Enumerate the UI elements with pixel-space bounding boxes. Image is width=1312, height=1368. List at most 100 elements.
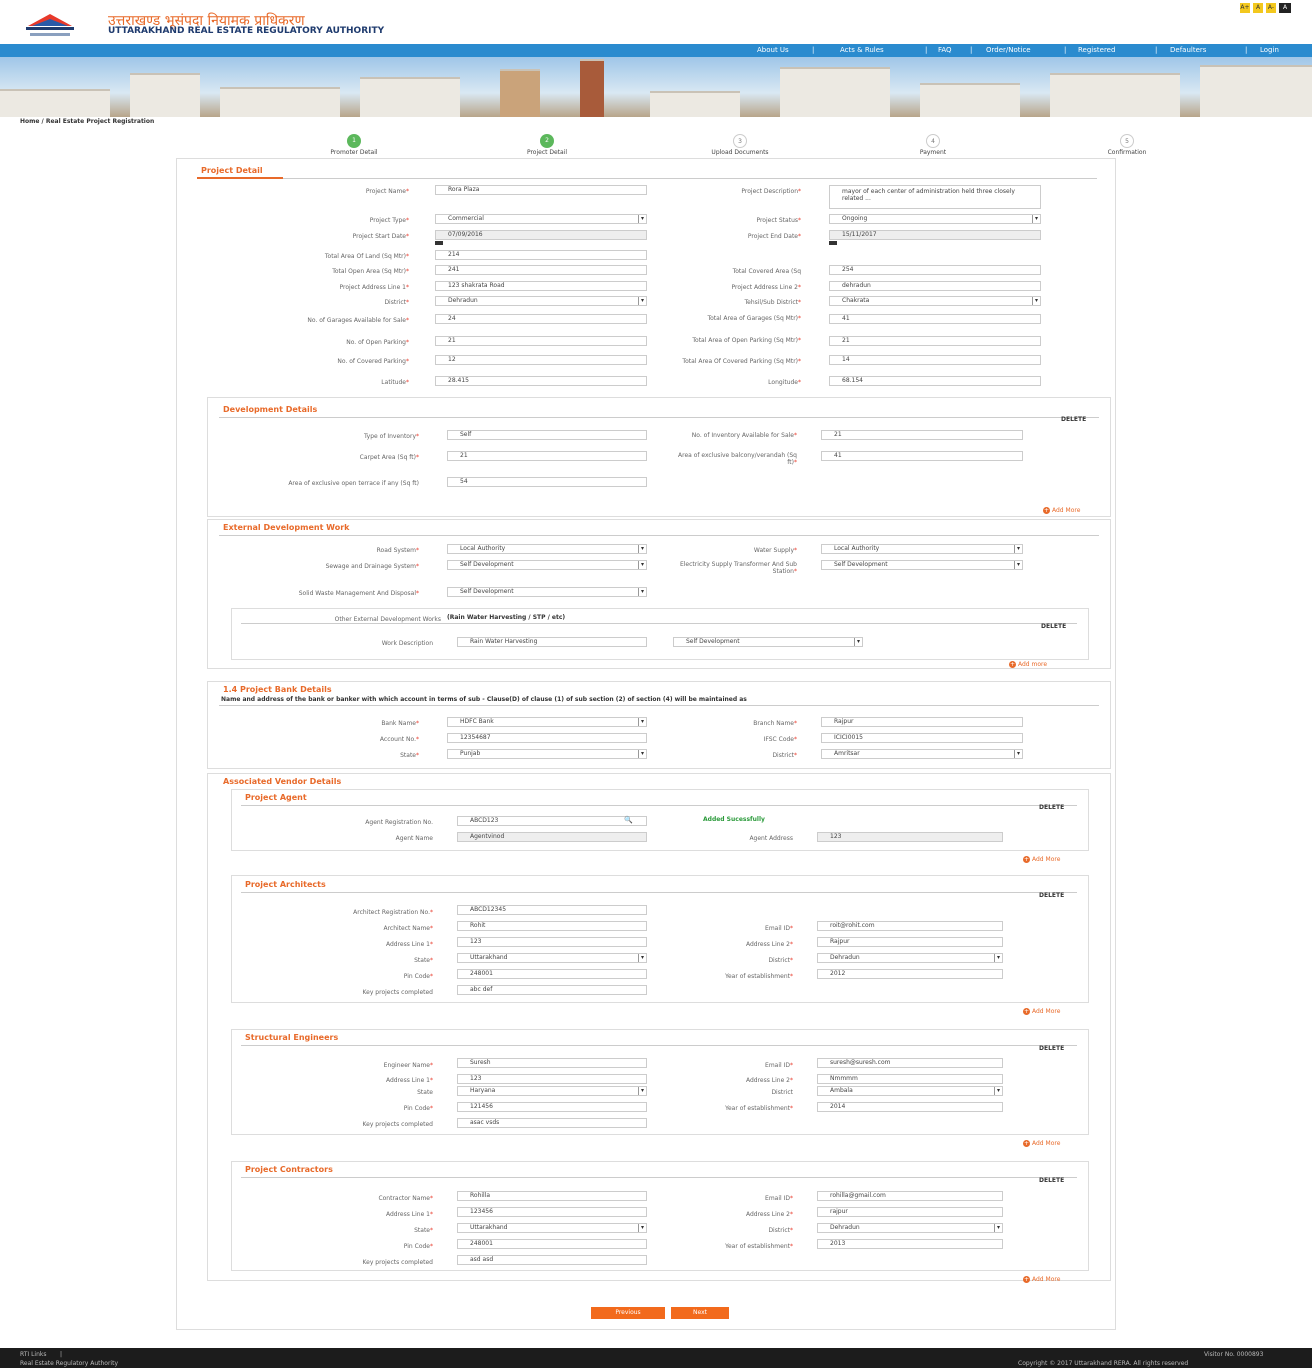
architect-address1-input[interactable]: 123: [457, 937, 647, 947]
engineer-email-input[interactable]: suresh@suresh.com: [817, 1058, 1003, 1068]
font-increase-button[interactable]: A+: [1240, 3, 1250, 13]
electricity-select[interactable]: Self Development: [821, 560, 1023, 570]
branch-name-input[interactable]: Rajpur: [821, 717, 1023, 727]
open-parking-area-input[interactable]: 21: [829, 336, 1041, 346]
architect-name-input[interactable]: Rohit: [457, 921, 647, 931]
garages-area-input[interactable]: 41: [829, 314, 1041, 324]
contractor-address2-input[interactable]: rajpur: [817, 1207, 1003, 1217]
contractor-name-input[interactable]: Rohilla: [457, 1191, 647, 1201]
inventory-count-input[interactable]: 21: [821, 430, 1023, 440]
nav-defaulters[interactable]: Defaulters: [1170, 46, 1206, 54]
carpet-area-input[interactable]: 21: [447, 451, 647, 461]
architect-pin-input[interactable]: 248001: [457, 969, 647, 979]
engineer-year-input[interactable]: 2014: [817, 1102, 1003, 1112]
total-area-land-input[interactable]: 214: [435, 250, 647, 260]
engineer-district-select[interactable]: Ambala: [817, 1086, 1003, 1096]
nav-registered[interactable]: Registered: [1078, 46, 1115, 54]
external-add-more-button[interactable]: + Add more: [1009, 661, 1047, 668]
engineer-add-more-button[interactable]: + Add More: [1023, 1140, 1060, 1147]
contrast-button[interactable]: A: [1279, 3, 1291, 13]
contractor-year-input[interactable]: 2013: [817, 1239, 1003, 1249]
font-normal-button[interactable]: A: [1253, 3, 1263, 13]
architect-address2-input[interactable]: Rajpur: [817, 937, 1003, 947]
calendar-icon[interactable]: [435, 241, 443, 245]
nav-about-us[interactable]: About Us: [757, 46, 789, 54]
architect-registration-input[interactable]: ABCD12345: [457, 905, 647, 915]
inventory-type-input[interactable]: Self: [447, 430, 647, 440]
ifsc-code-input[interactable]: ICICI0015: [821, 733, 1023, 743]
nav-acts-rules[interactable]: Acts & Rules: [840, 46, 884, 54]
development-delete-button[interactable]: DELETE: [1061, 416, 1086, 423]
total-open-area-input[interactable]: 241: [435, 265, 647, 275]
architect-delete-button[interactable]: DELETE: [1039, 892, 1064, 899]
engineer-key-projects-input[interactable]: asac vsds: [457, 1118, 647, 1128]
architect-email-input[interactable]: roit@rohit.com: [817, 921, 1003, 931]
contractor-key-projects-input[interactable]: asd asd: [457, 1255, 647, 1265]
nav-faq[interactable]: FAQ: [938, 46, 952, 54]
step-upload-documents[interactable]: 3 Upload Documents: [690, 134, 790, 156]
agent-add-more-button[interactable]: + Add More: [1023, 856, 1060, 863]
covered-parking-area-input[interactable]: 14: [829, 355, 1041, 365]
district-select[interactable]: Dehradun: [435, 296, 647, 306]
architect-year-input[interactable]: 2012: [817, 969, 1003, 979]
contractor-pin-input[interactable]: 248001: [457, 1239, 647, 1249]
architect-key-projects-input[interactable]: abc def: [457, 985, 647, 995]
development-add-more-button[interactable]: + Add More: [1043, 507, 1080, 514]
sewage-select[interactable]: Self Development: [447, 560, 647, 570]
engineer-address2-input[interactable]: Nmmmm: [817, 1074, 1003, 1084]
step-confirmation[interactable]: 5 Confirmation: [1077, 134, 1177, 156]
road-system-select[interactable]: Local Authority: [447, 544, 647, 554]
search-icon[interactable]: 🔍: [624, 816, 633, 824]
project-status-select[interactable]: Ongoing: [829, 214, 1041, 224]
agent-address-input[interactable]: 123: [817, 832, 1003, 842]
calendar-icon[interactable]: [829, 241, 837, 245]
latitude-input[interactable]: 28.415: [435, 376, 647, 386]
project-name-input[interactable]: Rora Plaza: [435, 185, 647, 195]
other-works-delete-button[interactable]: DELETE: [1041, 623, 1066, 630]
agent-name-input[interactable]: Agentvinod: [457, 832, 647, 842]
end-date-input[interactable]: 15/11/2017: [829, 230, 1041, 240]
work-description-input[interactable]: Rain Water Harvesting: [457, 637, 647, 647]
contractor-email-input[interactable]: rohilla@gmail.com: [817, 1191, 1003, 1201]
next-button[interactable]: Next: [671, 1307, 729, 1319]
architect-district-select[interactable]: Dehradun: [817, 953, 1003, 963]
bank-district-select[interactable]: Amritsar: [821, 749, 1023, 759]
account-number-input[interactable]: 12354687: [447, 733, 647, 743]
bank-state-select[interactable]: Punjab: [447, 749, 647, 759]
bank-name-select[interactable]: HDFC Bank: [447, 717, 647, 727]
contractor-address1-input[interactable]: 123456: [457, 1207, 647, 1217]
project-description-input[interactable]: mayor of each center of administration h…: [829, 185, 1041, 209]
work-type-select[interactable]: Self Development: [673, 637, 863, 647]
step-promoter-detail[interactable]: 1 Promoter Detail: [304, 134, 404, 156]
step-project-detail[interactable]: 2 Project Detail: [497, 134, 597, 156]
engineer-pin-input[interactable]: 121456: [457, 1102, 647, 1112]
garages-available-input[interactable]: 24: [435, 314, 647, 324]
total-covered-area-input[interactable]: 254: [829, 265, 1041, 275]
agent-registration-input[interactable]: ABCD123: [457, 816, 647, 826]
solid-waste-select[interactable]: Self Development: [447, 587, 647, 597]
contractor-delete-button[interactable]: DELETE: [1039, 1177, 1064, 1184]
previous-button[interactable]: Previous: [591, 1307, 665, 1319]
footer-rti-links[interactable]: RTI Links: [20, 1351, 47, 1358]
nav-login[interactable]: Login: [1260, 46, 1279, 54]
contractor-state-select[interactable]: Uttarakhand: [457, 1223, 647, 1233]
architect-add-more-button[interactable]: + Add More: [1023, 1008, 1060, 1015]
start-date-input[interactable]: 07/09/2016: [435, 230, 647, 240]
engineer-state-select[interactable]: Haryana: [457, 1086, 647, 1096]
contractor-district-select[interactable]: Dehradun: [817, 1223, 1003, 1233]
longitude-input[interactable]: 68.154: [829, 376, 1041, 386]
balcony-area-input[interactable]: 41: [821, 451, 1023, 461]
address-line2-input[interactable]: dehradun: [829, 281, 1041, 291]
step-payment[interactable]: 4 Payment: [883, 134, 983, 156]
nav-order-notice[interactable]: Order/Notice: [986, 46, 1031, 54]
covered-parking-input[interactable]: 12: [435, 355, 647, 365]
agent-delete-button[interactable]: DELETE: [1039, 804, 1064, 811]
architect-state-select[interactable]: Uttarakhand: [457, 953, 647, 963]
address-line1-input[interactable]: 123 shakrata Road: [435, 281, 647, 291]
engineer-name-input[interactable]: Suresh: [457, 1058, 647, 1068]
water-supply-select[interactable]: Local Authority: [821, 544, 1023, 554]
engineer-address1-input[interactable]: 123: [457, 1074, 647, 1084]
tehsil-select[interactable]: Chakrata: [829, 296, 1041, 306]
engineer-delete-button[interactable]: DELETE: [1039, 1045, 1064, 1052]
project-type-select[interactable]: Commercial: [435, 214, 647, 224]
